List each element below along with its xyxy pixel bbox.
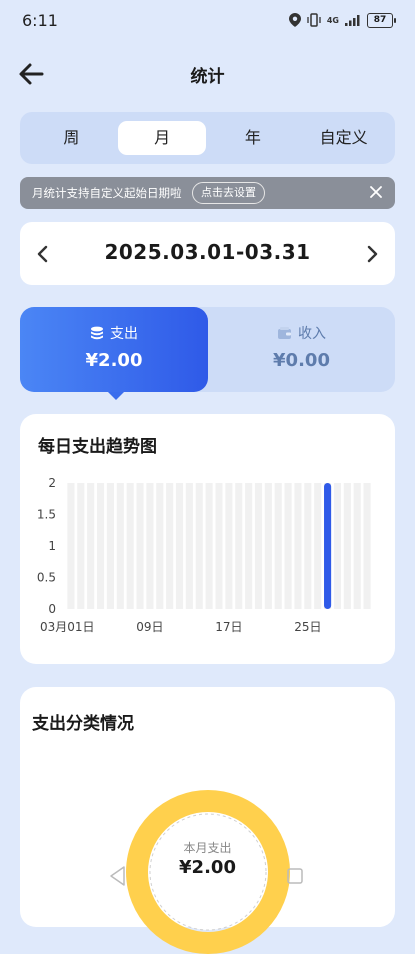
date-range: 2025.03.01-03.31 xyxy=(104,240,311,264)
notice-settings-button[interactable]: 点击去设置 xyxy=(192,182,265,204)
trend-card: 每日支出趋势图 2 1.5 1 0.5 0 03月01日 09日 17日 25日 xyxy=(20,414,395,664)
bar-background xyxy=(333,483,342,609)
expense-label: 支出 xyxy=(110,326,138,342)
x-tick-label: 25日 xyxy=(294,620,321,634)
y-tick-label: 0.5 xyxy=(37,571,56,585)
chevron-right-icon[interactable] xyxy=(361,242,383,266)
category-card: 支出分类情况 本月支出 ¥2.00 xyxy=(20,687,395,954)
battery-icon: 87 xyxy=(367,12,396,28)
location-icon xyxy=(288,13,301,27)
type-switch: 支出 ¥2.00 收入 ¥0.00 xyxy=(20,307,395,400)
income-amount: ¥0.00 xyxy=(273,350,330,371)
bar-background xyxy=(284,483,292,609)
x-tick-label: 09日 xyxy=(136,620,163,634)
wallet-icon xyxy=(278,327,291,339)
bar-background xyxy=(126,483,134,609)
y-tick-label: 2 xyxy=(48,476,56,490)
bar-background xyxy=(294,483,302,609)
bar-background xyxy=(195,483,203,609)
tab-custom[interactable]: 自定义 xyxy=(300,121,388,155)
square-icon[interactable] xyxy=(286,867,304,885)
notice-banner: 月统计支持自定义起始日期啦 点击去设置 xyxy=(20,177,395,209)
x-tick-label: 03月01日 xyxy=(40,620,95,634)
donut-amount: ¥2.00 xyxy=(179,857,236,878)
triangle-left-icon[interactable] xyxy=(108,865,128,887)
bar-background xyxy=(353,483,361,609)
bar-background xyxy=(116,483,124,609)
bar-background xyxy=(67,483,75,609)
bar-background xyxy=(225,483,233,609)
x-tick-label: 17日 xyxy=(215,620,242,634)
bar-background xyxy=(274,483,282,609)
bar-background xyxy=(136,483,144,609)
tab-year[interactable]: 年 xyxy=(209,121,297,155)
bar-background xyxy=(175,483,184,609)
status-time: 6:11 xyxy=(22,11,58,30)
bar-background xyxy=(106,483,114,609)
bar-background xyxy=(146,483,154,609)
close-icon[interactable] xyxy=(369,185,383,199)
date-selector: 2025.03.01-03.31 xyxy=(20,222,395,285)
expense-label-row: 支出 xyxy=(20,323,208,343)
y-tick-label: 1.5 xyxy=(37,508,56,522)
bar-background xyxy=(264,483,272,609)
bar-background xyxy=(304,483,312,609)
y-tick-label: 0 xyxy=(48,602,56,616)
header: 统计 xyxy=(0,54,415,94)
trend-chart: 2 1.5 1 0.5 0 03月01日 09日 17日 25日 xyxy=(37,476,371,634)
bar-background xyxy=(77,483,85,609)
income-tab[interactable]: 收入 ¥0.00 xyxy=(208,307,395,392)
vibrate-icon xyxy=(307,13,321,27)
status-bar: 6:11 4G 87 xyxy=(0,0,415,40)
expense-tab[interactable]: 支出 ¥2.00 xyxy=(20,307,208,400)
network-type: 4G xyxy=(326,15,339,25)
income-label-row: 收入 xyxy=(208,323,395,343)
bar-background xyxy=(314,483,322,609)
bar-background xyxy=(215,483,223,609)
bar-background xyxy=(245,483,253,609)
bar[interactable] xyxy=(324,483,332,609)
page-title: 统计 xyxy=(190,67,225,87)
expense-amount: ¥2.00 xyxy=(85,350,143,371)
income-label: 收入 xyxy=(298,326,326,342)
bar-background xyxy=(363,483,371,609)
status-icons: 4G 87 xyxy=(288,12,396,28)
bar-background xyxy=(205,483,213,609)
y-tick-label: 1 xyxy=(48,539,56,553)
bar-background xyxy=(254,483,263,609)
category-title: 支出分类情况 xyxy=(32,714,134,734)
coins-icon xyxy=(91,326,103,340)
bar-background xyxy=(185,483,193,609)
bar-background xyxy=(156,483,164,609)
notice-text: 月统计支持自定义起始日期啦 xyxy=(32,186,182,200)
bar-background xyxy=(343,483,351,609)
bar-background xyxy=(87,483,95,609)
battery-level: 87 xyxy=(373,15,387,25)
tab-month[interactable]: 月 xyxy=(118,121,207,155)
tab-week[interactable]: 周 xyxy=(27,121,115,155)
donut-label: 本月支出 xyxy=(183,841,232,855)
signal-icon xyxy=(345,15,360,26)
bar-background xyxy=(166,483,174,609)
bar-background xyxy=(235,483,243,609)
period-tabs: 周 月 年 自定义 xyxy=(20,112,395,164)
bar-background xyxy=(96,483,105,609)
